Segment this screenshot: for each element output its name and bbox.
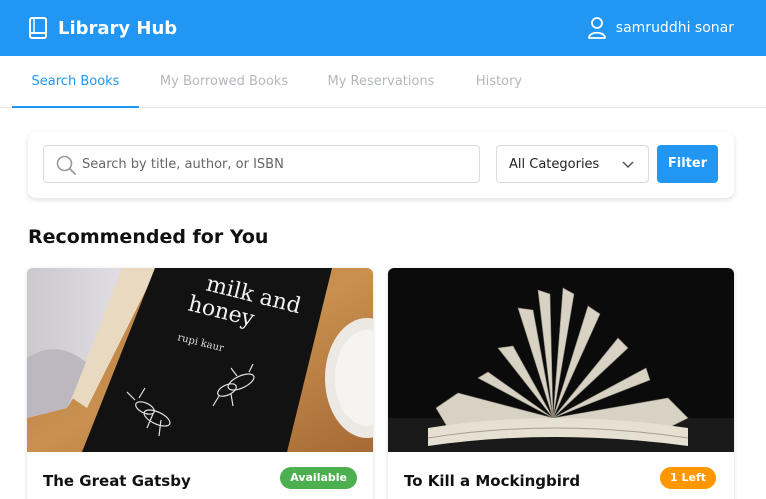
book-cover-image: milk and honey rupi kaur bbox=[27, 268, 373, 452]
book-icon bbox=[29, 17, 47, 39]
tab-history[interactable]: History bbox=[468, 56, 530, 108]
book-card[interactable]: milk and honey rupi kaur The Great Gatsb… bbox=[27, 268, 373, 499]
search-field[interactable] bbox=[43, 145, 480, 183]
book-title: To Kill a Mockingbird bbox=[404, 472, 581, 490]
search-panel: All Categories Filter bbox=[28, 132, 734, 198]
book-cover-milk-and-honey: milk and honey rupi kaur bbox=[27, 268, 373, 452]
filter-button[interactable]: Filter bbox=[657, 145, 718, 183]
user-name: samruddhi sonar bbox=[615, 20, 734, 36]
chevron-down-icon bbox=[622, 161, 634, 169]
search-icon bbox=[56, 155, 76, 175]
tab-search-books[interactable]: Search Books bbox=[12, 56, 139, 108]
app-title: Library Hub bbox=[58, 17, 178, 39]
category-select[interactable]: All Categories bbox=[496, 145, 649, 183]
tab-my-reservations[interactable]: My Reservations bbox=[322, 56, 440, 108]
brand[interactable]: Library Hub bbox=[28, 14, 177, 42]
open-book-photo bbox=[388, 268, 734, 452]
tab-bar: Search Books My Borrowed Books My Reserv… bbox=[0, 56, 766, 108]
category-select-value: All Categories bbox=[509, 157, 600, 172]
section-title: Recommended for You bbox=[28, 226, 269, 248]
user-icon bbox=[587, 17, 606, 39]
book-title: The Great Gatsby bbox=[43, 472, 191, 490]
book-card[interactable]: To Kill a Mockingbird 1 Left bbox=[388, 268, 734, 499]
tab-my-borrowed-books[interactable]: My Borrowed Books bbox=[154, 56, 294, 108]
status-badge: 1 Left bbox=[660, 467, 716, 489]
user-menu[interactable]: samruddhi sonar bbox=[587, 15, 734, 41]
book-cover-image bbox=[388, 268, 734, 452]
search-input[interactable] bbox=[82, 146, 472, 182]
top-bar: Library Hub samruddhi sonar bbox=[0, 0, 766, 56]
status-badge: Available bbox=[280, 467, 357, 489]
